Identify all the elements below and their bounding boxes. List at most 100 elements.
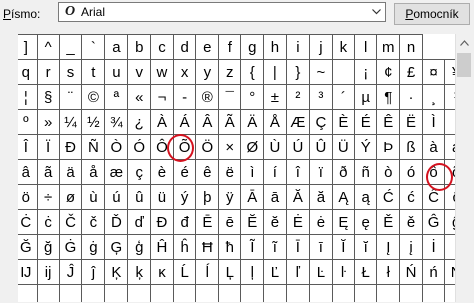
character-cell[interactable]: ´ (331, 84, 356, 110)
character-cell[interactable]: ą (354, 184, 378, 210)
character-cell[interactable]: g (240, 34, 265, 60)
character-cell[interactable]: ý (172, 184, 197, 210)
character-cell[interactable] (36, 284, 60, 302)
character-cell[interactable]: ē (218, 209, 242, 235)
character-cell[interactable]: ď (127, 209, 152, 235)
character-cell[interactable]: ¶ (376, 84, 401, 110)
character-cell[interactable]: Ì (421, 109, 446, 135)
character-cell[interactable]: Á (172, 109, 197, 135)
character-cell[interactable]: ¯ (218, 84, 242, 110)
character-cell[interactable]: Ë (399, 109, 423, 135)
character-cell[interactable]: Ķ (104, 259, 129, 285)
character-cell[interactable]: Ē (195, 209, 220, 235)
character-cell[interactable]: ù (81, 184, 106, 210)
character-cell[interactable]: À (150, 109, 174, 135)
character-cell[interactable]: ø (58, 184, 83, 210)
character-cell[interactable]: Ê (376, 109, 401, 135)
character-cell[interactable]: Ú (285, 134, 311, 160)
character-cell[interactable]: Ĳ (18, 259, 38, 285)
character-cell[interactable] (331, 59, 356, 85)
character-cell[interactable]: Ę (331, 209, 356, 235)
character-cell[interactable]: x (172, 59, 197, 85)
character-cell[interactable]: î (285, 159, 311, 185)
character-cell[interactable]: ĸ (150, 259, 174, 285)
character-cell[interactable]: ī (309, 234, 333, 260)
character-cell[interactable]: ú (104, 184, 129, 210)
character-cell[interactable]: ± (263, 84, 287, 110)
character-cell[interactable] (81, 284, 106, 302)
character-cell[interactable]: İ (421, 234, 446, 260)
character-cell[interactable]: Ń (399, 259, 423, 285)
character-cell[interactable]: ì (240, 159, 265, 185)
character-cell[interactable]: ª (104, 84, 129, 110)
character-cell[interactable]: ô (421, 159, 446, 185)
character-cell[interactable]: } (285, 59, 311, 85)
character-cell[interactable]: ² (285, 84, 311, 110)
character-cell[interactable]: _ (58, 34, 83, 60)
character-cell[interactable]: ï (309, 159, 333, 185)
character-cell[interactable] (127, 284, 152, 302)
character-cell[interactable]: Ć (376, 184, 401, 210)
vertical-scrollbar[interactable] (455, 34, 472, 302)
character-cell[interactable]: Ğ (18, 234, 38, 260)
character-cell[interactable]: f (218, 34, 242, 60)
character-cell[interactable]: Ö (195, 134, 220, 160)
character-cell[interactable]: ñ (354, 159, 378, 185)
character-cell[interactable]: ġ (81, 234, 106, 260)
character-cell[interactable]: à (421, 134, 446, 160)
character-cell[interactable]: ħ (218, 234, 242, 260)
character-cell[interactable]: ó (399, 159, 423, 185)
character-cell[interactable]: Ā (240, 184, 265, 210)
character-cell[interactable] (331, 284, 356, 302)
character-cell[interactable]: ¢ (376, 59, 401, 85)
character-cell[interactable] (421, 284, 446, 302)
character-cell[interactable]: È (331, 109, 356, 135)
character-cell[interactable]: u (104, 59, 129, 85)
character-cell[interactable] (309, 284, 333, 302)
scrollbar-thumb[interactable] (457, 53, 471, 77)
character-cell[interactable] (104, 284, 129, 302)
character-cell[interactable]: ~ (309, 59, 333, 85)
character-cell[interactable]: Æ (285, 109, 311, 135)
character-cell[interactable]: ę (354, 209, 378, 235)
character-cell[interactable]: Ç (309, 109, 333, 135)
character-grid[interactable]: ]^_`abcdefghijklmnqrstuvwxyz{|}~ ¡¢£¤¥¦§… (18, 34, 472, 302)
character-cell[interactable]: ¨ (58, 84, 83, 110)
character-cell[interactable]: k (331, 34, 356, 60)
character-cell[interactable]: Ó (127, 134, 152, 160)
character-cell[interactable]: ĕ (263, 209, 287, 235)
character-cell[interactable]: è (150, 159, 174, 185)
character-cell[interactable]: ć (399, 184, 423, 210)
character-cell[interactable]: ċ (36, 209, 60, 235)
character-cell[interactable]: « (127, 84, 152, 110)
character-cell[interactable]: ģ (127, 234, 152, 260)
character-cell[interactable]: j (309, 34, 333, 60)
character-cell[interactable]: µ (354, 84, 378, 110)
character-cell[interactable]: Â (195, 109, 220, 135)
character-cell[interactable]: ĵ (81, 259, 106, 285)
character-cell[interactable]: × (218, 134, 242, 160)
character-cell[interactable]: Ĕ (240, 209, 265, 235)
character-cell[interactable]: Ħ (195, 234, 220, 260)
character-cell[interactable]: Ñ (81, 134, 106, 160)
character-cell[interactable]: ê (195, 159, 220, 185)
character-cell[interactable]: ĭ (354, 234, 378, 260)
character-cell[interactable]: ë (218, 159, 242, 185)
character-cell[interactable] (354, 284, 378, 302)
character-cell[interactable]: č (81, 209, 106, 235)
character-cell[interactable]: º (18, 109, 38, 135)
character-cell[interactable] (285, 284, 311, 302)
character-cell[interactable]: ė (309, 209, 333, 235)
character-cell[interactable]: Ò (104, 134, 129, 160)
character-cell[interactable]: ā (263, 184, 287, 210)
character-cell[interactable]: ğ (36, 234, 60, 260)
character-cell[interactable]: Ī (285, 234, 311, 260)
character-cell[interactable]: Ĥ (150, 234, 174, 260)
character-cell[interactable]: ě (399, 209, 423, 235)
chevron-down-icon[interactable] (368, 3, 385, 21)
character-cell[interactable]: Ŀ (309, 259, 333, 285)
character-cell[interactable]: Ď (104, 209, 129, 235)
character-cell[interactable]: û (127, 184, 152, 210)
character-cell[interactable]: Ï (36, 134, 60, 160)
character-cell[interactable]: ] (18, 34, 38, 60)
